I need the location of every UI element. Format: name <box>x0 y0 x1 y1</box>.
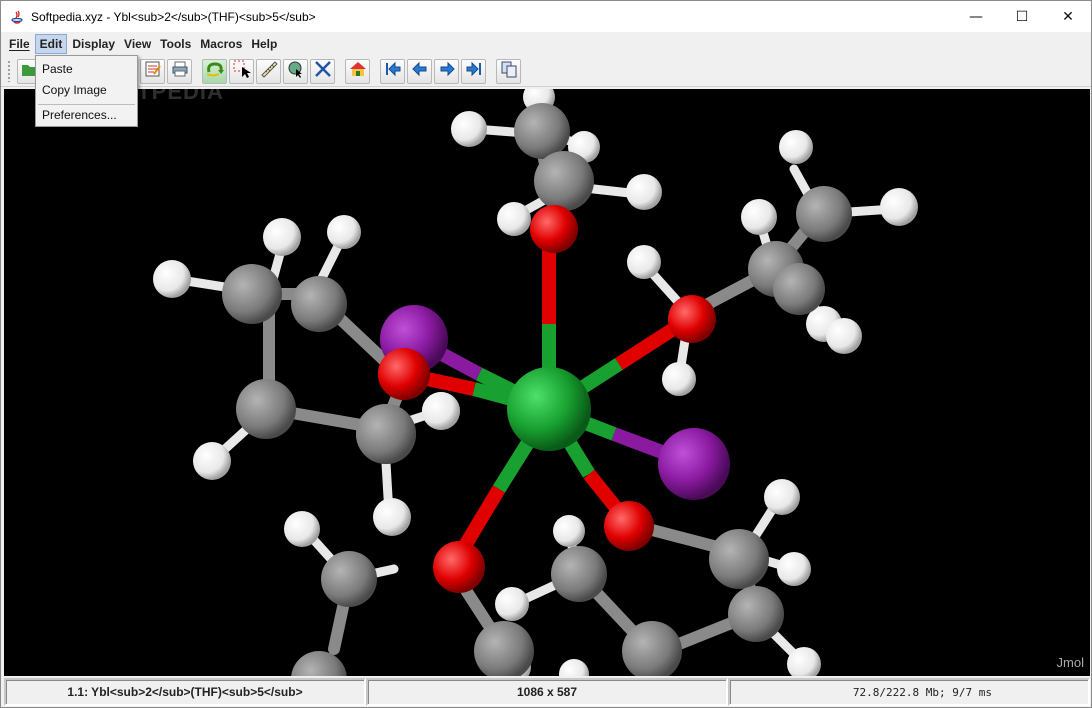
toolbar-grip[interactable] <box>7 60 11 82</box>
select-icon <box>233 60 251 83</box>
status-memory: 72.8/222.8 Mb; 9/7 ms <box>728 678 1090 706</box>
close-button[interactable]: ✕ <box>1045 1 1091 32</box>
menu-help[interactable]: Help <box>247 35 281 53</box>
pick-center-icon <box>287 60 305 83</box>
carbon-atom-front <box>356 404 416 464</box>
ytterbium-atom <box>507 367 591 451</box>
menu-item-paste[interactable]: Paste <box>42 62 73 76</box>
menu-edit[interactable]: Edit <box>34 34 68 54</box>
first-frame-button[interactable] <box>380 58 405 84</box>
next-frame-button[interactable] <box>434 58 459 84</box>
script-editor-button[interactable] <box>140 58 165 84</box>
menu-view[interactable]: View <box>120 35 155 53</box>
hydrogen-atom-front <box>422 392 460 430</box>
menu-item-preferences[interactable]: Preferences... <box>42 108 117 122</box>
home-icon <box>349 60 367 83</box>
home-button[interactable] <box>345 58 370 84</box>
rotate-icon <box>205 60 225 83</box>
menu-separator <box>38 104 135 105</box>
oxygen-atom-front <box>378 348 430 400</box>
print-button[interactable] <box>167 58 192 84</box>
menu-display[interactable]: Display <box>68 35 119 53</box>
status-model: 1.1: Ybl<sub>2</sub>(THF)<sub>5</sub> <box>4 678 366 706</box>
java-app-icon <box>9 9 25 25</box>
translate-button[interactable] <box>310 58 335 84</box>
menu-bar: File Edit Display View Tools Macros Help <box>1 33 1091 55</box>
menu-macros[interactable]: Macros <box>196 35 246 53</box>
pick-center-button[interactable] <box>283 58 308 84</box>
script-editor-icon <box>144 60 162 83</box>
measure-icon <box>260 60 278 83</box>
title-bar: Softpedia.xyz - Ybl<sub>2</sub>(THF)<sub… <box>1 1 1091 32</box>
menu-tools[interactable]: Tools <box>156 35 195 53</box>
edit-menu-dropdown: Paste Copy Image Preferences... <box>35 55 138 127</box>
maximize-button[interactable]: ☐ <box>999 1 1045 32</box>
minimize-button[interactable]: — <box>953 1 999 32</box>
status-size: 1086 x 587 <box>366 678 728 706</box>
next-frame-icon <box>438 60 456 83</box>
rotate-button[interactable] <box>202 58 227 84</box>
menu-item-copy-image[interactable]: Copy Image <box>42 83 107 97</box>
molecule-viewer[interactable]: SOFTPEDIA Jmol <box>4 89 1090 676</box>
menu-file[interactable]: File <box>5 35 34 53</box>
toolbar <box>1 56 1091 87</box>
jmol-window: Softpedia.xyz - Ybl<sub>2</sub>(THF)<sub… <box>0 0 1092 708</box>
copy-button[interactable] <box>496 58 521 84</box>
copy-icon <box>500 60 518 83</box>
measure-button[interactable] <box>256 58 281 84</box>
last-frame-button[interactable] <box>461 58 486 84</box>
print-icon <box>171 60 189 83</box>
first-frame-icon <box>384 60 402 83</box>
previous-frame-icon <box>411 60 429 83</box>
select-button[interactable] <box>229 58 254 84</box>
molecule-render <box>153 89 918 676</box>
window-title: Softpedia.xyz - Ybl<sub>2</sub>(THF)<sub… <box>31 9 316 24</box>
translate-icon <box>314 60 332 83</box>
jmol-label: Jmol <box>1056 655 1084 670</box>
last-frame-icon <box>465 60 483 83</box>
previous-frame-button[interactable] <box>407 58 432 84</box>
status-bar: 1.1: Ybl<sub>2</sub>(THF)<sub>5</sub> 10… <box>4 678 1090 706</box>
